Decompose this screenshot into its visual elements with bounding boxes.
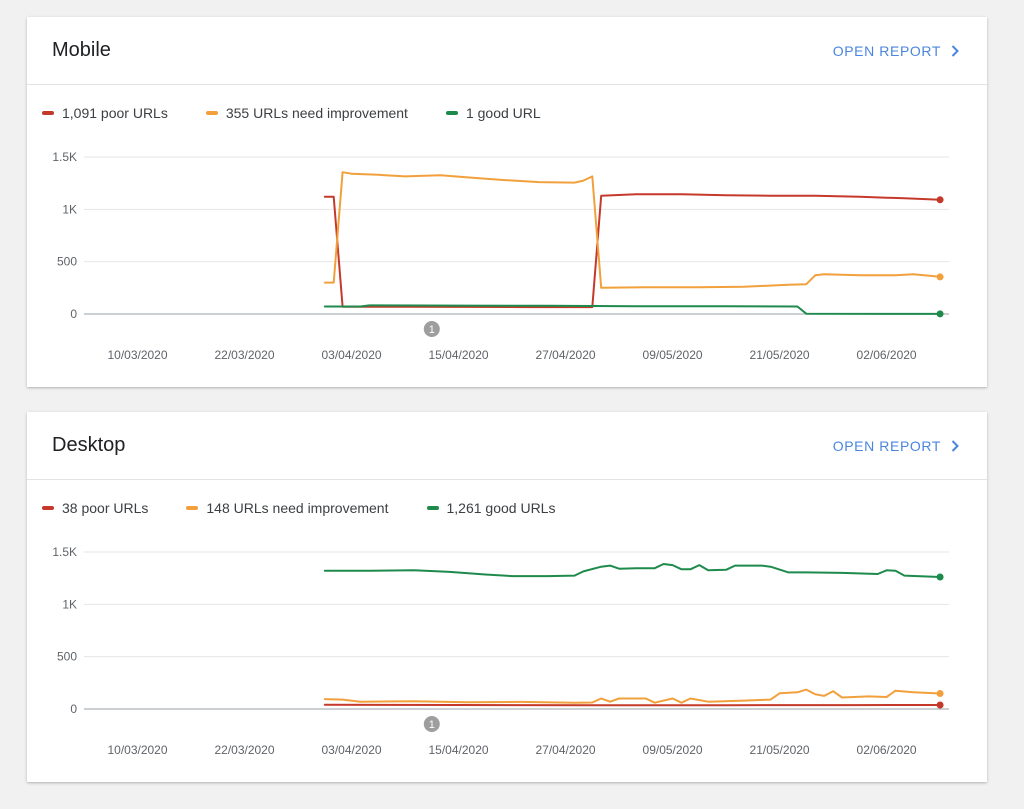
y-tick-label: 1.5K	[52, 545, 77, 559]
x-tick-label: 02/06/2020	[857, 743, 917, 757]
chevron-right-icon	[951, 440, 959, 452]
x-tick-label: 09/05/2020	[643, 743, 703, 757]
desktop-line-chart: 0 500 1K 1.5K 10/03/2020 22/03/2020 03/04/2020…	[52, 545, 949, 757]
legend-item-good[interactable]: 1,261 good URLs	[426, 500, 556, 516]
desktop-legend: 38 poor URLs 148 URLs need improvement 1…	[42, 498, 593, 518]
legend-item-good[interactable]: 1 good URL	[445, 105, 541, 121]
x-tick-label: 27/04/2020	[536, 348, 596, 362]
x-tick-label: 02/06/2020	[857, 348, 917, 362]
legend-swatch	[205, 111, 218, 115]
annotation-label: 1	[429, 719, 435, 731]
x-tick-label: 10/03/2020	[107, 348, 167, 362]
legend-label: 148 URLs need improvement	[206, 500, 389, 516]
mobile-open-report-button[interactable]: OPEN REPORT	[833, 42, 959, 60]
series-end-marker	[936, 196, 944, 204]
x-tick-label: 03/04/2020	[321, 743, 381, 757]
x-tick-label: 22/03/2020	[214, 348, 274, 362]
desktop-card-header: Desktop OPEN REPORT	[27, 412, 987, 480]
legend-item-poor[interactable]: 1,091 poor URLs	[42, 105, 168, 121]
x-tick-label: 03/04/2020	[321, 348, 381, 362]
legend-swatch	[186, 506, 199, 510]
legend-item-need-improvement[interactable]: 148 URLs need improvement	[186, 500, 389, 516]
mobile-card-title: Mobile	[52, 39, 111, 61]
y-tick-label: 500	[57, 255, 77, 269]
legend-label: 355 URLs need improvement	[225, 105, 408, 121]
y-tick-label: 1K	[62, 202, 77, 216]
x-tick-label: 27/04/2020	[536, 743, 596, 757]
y-tick-label: 0	[70, 307, 77, 321]
y-tick-label: 0	[70, 702, 77, 716]
series-end-marker	[936, 310, 944, 318]
x-tick-label: 10/03/2020	[107, 743, 167, 757]
y-tick-label: 500	[57, 650, 77, 664]
series-end-marker	[936, 701, 944, 709]
legend-label: 1,261 good URLs	[446, 500, 556, 516]
chevron-right-icon	[951, 45, 959, 57]
desktop-card: Desktop OPEN REPORT 38 poor URLs 148 URL…	[27, 412, 987, 782]
mobile-legend: 1,091 poor URLs 355 URLs need improvemen…	[42, 103, 579, 123]
x-tick-label: 15/04/2020	[429, 348, 489, 362]
legend-item-need-improvement[interactable]: 355 URLs need improvement	[205, 105, 408, 121]
series-line	[323, 193, 942, 309]
legend-swatch	[42, 111, 54, 115]
legend-swatch	[426, 506, 439, 510]
series-end-marker	[936, 690, 944, 698]
legend-item-poor[interactable]: 38 poor URLs	[42, 500, 148, 516]
y-tick-label: 1.5K	[52, 150, 77, 164]
annotation-label: 1	[429, 324, 435, 336]
legend-label: 38 poor URLs	[62, 500, 149, 516]
legend-swatch	[445, 111, 458, 115]
mobile-card: Mobile OPEN REPORT 1,091 poor URLs 355 U…	[27, 17, 987, 387]
mobile-open-report-label: OPEN REPORT	[832, 43, 941, 59]
legend-label: 1,091 poor URLs	[62, 105, 168, 121]
legend-swatch	[42, 506, 54, 510]
series-line	[323, 171, 942, 289]
series-end-marker	[936, 273, 944, 281]
x-tick-label: 15/04/2020	[429, 743, 489, 757]
desktop-open-report-label: OPEN REPORT	[832, 438, 941, 454]
x-tick-label: 09/05/2020	[643, 348, 703, 362]
legend-label: 1 good URL	[465, 105, 541, 121]
series-end-marker	[936, 573, 944, 581]
x-tick-label: 21/05/2020	[750, 743, 810, 757]
mobile-card-header: Mobile OPEN REPORT	[27, 17, 987, 85]
series-line	[323, 688, 942, 704]
desktop-open-report-button[interactable]: OPEN REPORT	[833, 437, 959, 455]
desktop-card-title: Desktop	[52, 434, 126, 456]
x-tick-label: 21/05/2020	[750, 348, 810, 362]
mobile-line-chart: 0 500 1K 1.5K 10/03/2020 22/03/2020 03/04/2020…	[52, 150, 949, 362]
y-tick-label: 1K	[62, 597, 77, 611]
series-line	[323, 563, 942, 578]
x-tick-label: 22/03/2020	[214, 743, 274, 757]
